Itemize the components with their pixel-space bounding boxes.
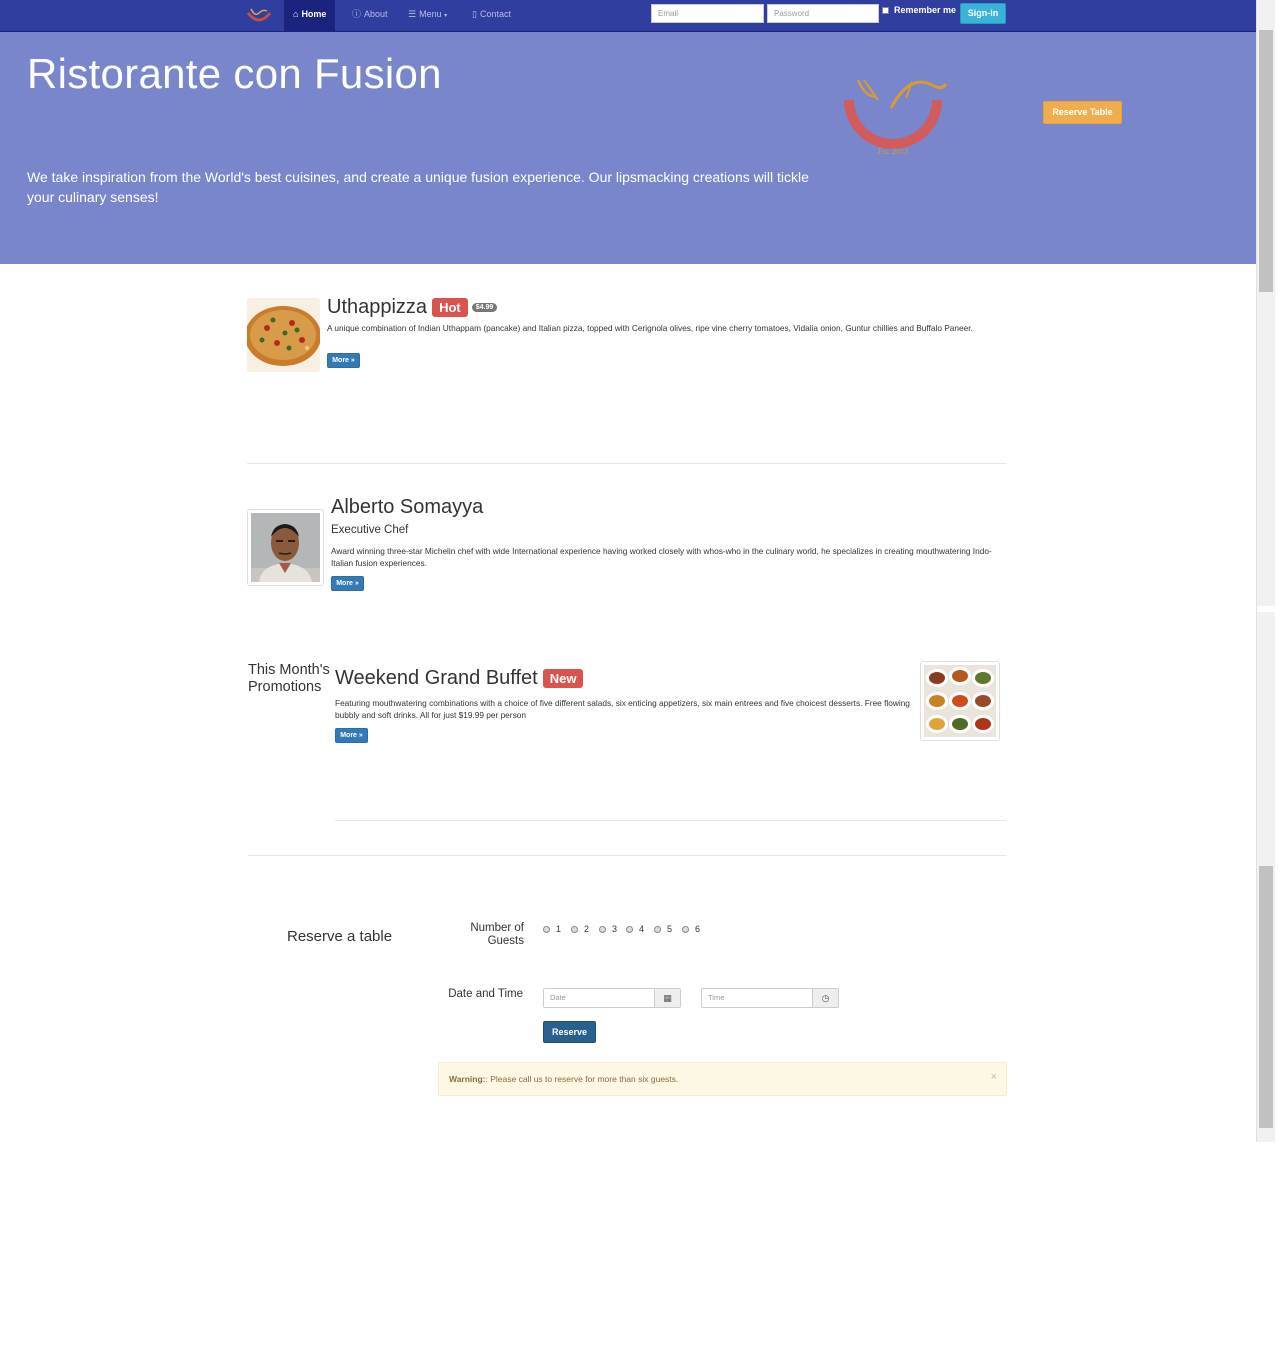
- scrollbar-thumb[interactable]: [1259, 30, 1273, 292]
- guests-radio-2[interactable]: 2: [571, 924, 589, 934]
- date-input[interactable]: Date ▦: [543, 988, 681, 1008]
- remember-me[interactable]: Remember me: [882, 5, 956, 15]
- scrollbar-thumb-secondary[interactable]: [1259, 866, 1273, 1128]
- dish-price-badge: $4.99: [471, 303, 498, 313]
- jumbotron: Ristorante con Fusion We take inspiratio…: [0, 32, 1256, 264]
- divider: [335, 820, 1006, 821]
- dish-hot-label: Hot: [432, 298, 468, 318]
- guests-radio-5[interactable]: 5: [654, 924, 672, 934]
- time-input[interactable]: Time ◷: [701, 988, 839, 1008]
- date-placeholder: Date: [550, 993, 566, 1002]
- jumbotron-text: We take inspiration from the World's bes…: [27, 169, 809, 205]
- reserve-table-button[interactable]: Reserve Table: [1043, 101, 1122, 124]
- signin-button[interactable]: Sign-in: [960, 3, 1006, 24]
- dish-name: Uthappizza: [327, 296, 428, 318]
- promotion-image: [920, 661, 1000, 741]
- leader-designation: Executive Chef: [331, 524, 409, 536]
- divider: [248, 855, 1006, 856]
- dish-heading: Uthappizza Hot $4.99: [327, 296, 498, 319]
- home-icon: ⌂: [293, 9, 299, 19]
- warning-alert: Warning:: Please call us to reserve for …: [438, 1062, 1007, 1096]
- leader-photo: [247, 509, 324, 586]
- nav-menu[interactable]: ☰ Menu ▾: [399, 0, 456, 31]
- promotions-section-label: This Month's Promotions: [248, 662, 330, 695]
- calendar-icon[interactable]: ▦: [654, 989, 680, 1007]
- scrollbar[interactable]: [1256, 0, 1276, 1142]
- page-title: Ristorante con Fusion: [27, 50, 442, 97]
- guests-radio-1[interactable]: 1: [543, 924, 561, 934]
- logo-est-text: Est. 2013: [878, 147, 908, 156]
- promotion-heading: Weekend Grand Buffet New: [335, 667, 584, 690]
- nav-about[interactable]: ⓘ About: [343, 0, 397, 31]
- divider: [247, 463, 1006, 464]
- warning-strong: Warning:: [449, 1074, 486, 1084]
- list-icon: ☰: [408, 9, 417, 19]
- contact-icon: ▯: [472, 9, 477, 19]
- dish-image: [247, 298, 320, 372]
- remember-checkbox[interactable]: [882, 7, 889, 15]
- caret-down-icon: ▾: [444, 13, 448, 19]
- guests-radio-4[interactable]: 4: [626, 924, 644, 934]
- guests-radio-6[interactable]: 6: [682, 924, 700, 934]
- ristorante-logo-icon[interactable]: [246, 5, 272, 27]
- nav-home[interactable]: ⌂ Home: [284, 0, 336, 31]
- promotion-description: Featuring mouthwatering combinations wit…: [335, 698, 910, 720]
- reserve-submit-button[interactable]: Reserve: [543, 1021, 596, 1043]
- navbar: ⌂ Home ⓘ About ☰ Menu ▾ ▯ Contact Email Pass…: [0, 0, 1256, 32]
- leader-more-button[interactable]: More »: [331, 576, 364, 591]
- dish-description: A unique combination of Indian Uthappam …: [327, 323, 973, 333]
- password-input[interactable]: Password: [767, 4, 879, 23]
- info-icon: ⓘ: [352, 9, 362, 19]
- restaurant-logo: Est. 2013: [844, 79, 948, 156]
- leader-name: Alberto Somayya: [331, 496, 484, 518]
- guests-radio-3[interactable]: 3: [599, 924, 617, 934]
- time-placeholder: Time: [708, 993, 725, 1002]
- nav-contact[interactable]: ▯ Contact: [463, 0, 520, 31]
- guests-label: Number of Guests: [470, 922, 524, 947]
- dish-more-button[interactable]: More »: [327, 353, 360, 368]
- promotion-more-button[interactable]: More »: [335, 728, 368, 743]
- datetime-label: Date and Time: [448, 988, 523, 1000]
- warning-text: : Please call us to reserve for more tha…: [485, 1074, 679, 1084]
- reserve-table-heading: Reserve a table: [287, 928, 393, 945]
- leader-description: Award winning three-star Michelin chef w…: [331, 546, 992, 568]
- clock-icon[interactable]: ◷: [812, 989, 838, 1007]
- promotion-name: Weekend Grand Buffet: [335, 667, 538, 689]
- promotion-new-label: New: [542, 669, 584, 689]
- close-icon[interactable]: ×: [991, 1071, 997, 1083]
- email-input[interactable]: Email: [651, 4, 764, 23]
